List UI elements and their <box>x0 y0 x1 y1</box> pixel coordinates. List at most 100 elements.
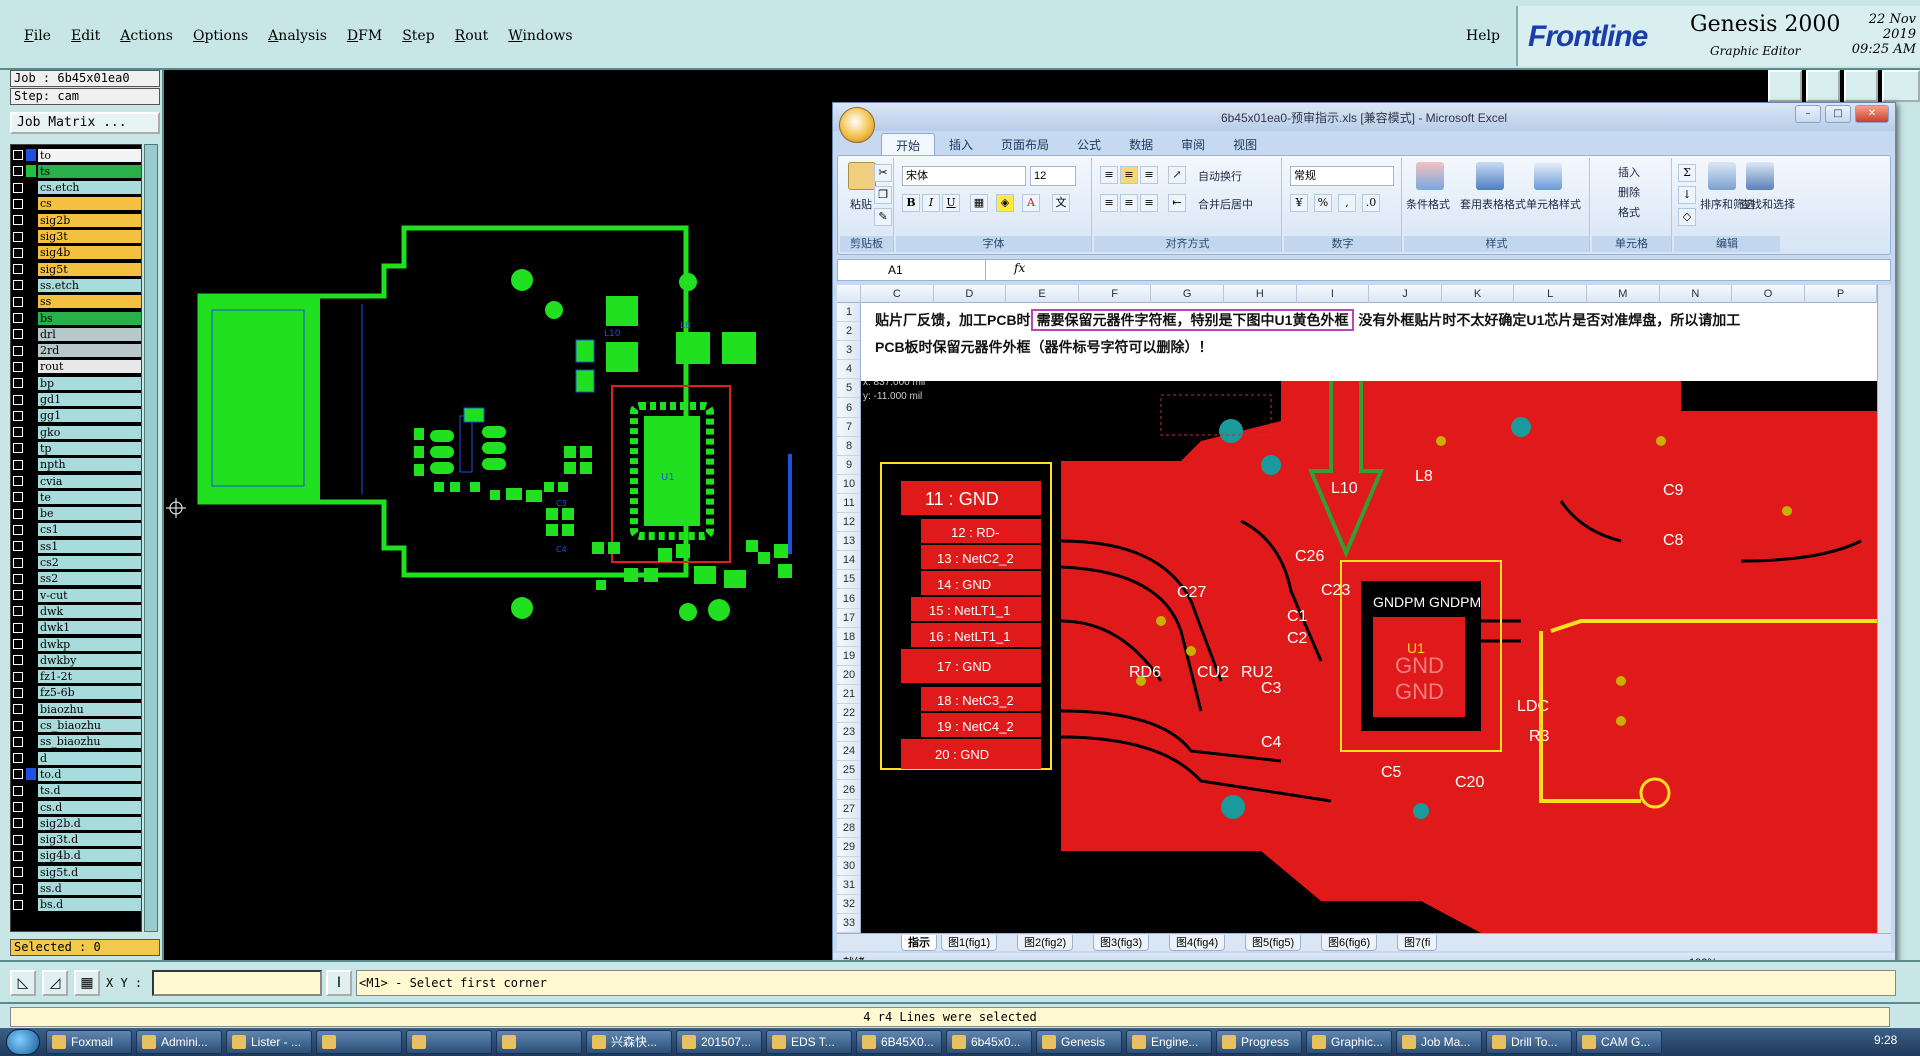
row-header[interactable]: 6 <box>837 399 860 418</box>
taskbar-item[interactable]: Genesis <box>1036 1030 1122 1054</box>
taskbar-item[interactable] <box>406 1030 492 1054</box>
job-matrix-button[interactable]: Job Matrix ... <box>10 112 160 134</box>
layer-name[interactable]: cs <box>38 197 141 211</box>
taskbar-item[interactable]: 6b45x0... <box>946 1030 1032 1054</box>
menu-rout[interactable]: Rout <box>445 28 499 44</box>
menu-actions[interactable]: Actions <box>110 28 183 44</box>
number-format-select[interactable]: 常规 <box>1290 166 1394 186</box>
underline-icon[interactable]: U <box>942 194 960 212</box>
layer-checkbox[interactable] <box>13 231 23 242</box>
layer-name[interactable]: dwk1 <box>38 621 141 635</box>
layer-name[interactable]: dwk <box>38 604 141 618</box>
taskbar-item[interactable]: Progress <box>1216 1030 1302 1054</box>
layer-row[interactable]: bs <box>13 311 141 325</box>
column-header[interactable]: M <box>1587 285 1660 303</box>
cursor-icon[interactable]: I <box>326 970 352 996</box>
row-header[interactable]: 32 <box>837 895 860 915</box>
toolbar-button-2[interactable] <box>1806 70 1840 102</box>
layer-checkbox[interactable] <box>13 345 23 356</box>
layer-checkbox[interactable] <box>13 606 23 617</box>
layer-row[interactable]: ss.d <box>13 882 141 896</box>
layer-name[interactable]: gd1 <box>38 393 141 406</box>
layer-name[interactable]: to.d <box>38 767 141 781</box>
layer-checkbox[interactable] <box>13 459 23 470</box>
grid-icon[interactable]: ▦ <box>74 970 100 996</box>
sheet-tab-fig5[interactable]: 图5(fig5) <box>1245 935 1302 951</box>
layer-checkbox[interactable] <box>13 394 23 405</box>
layer-checkbox[interactable] <box>13 704 23 715</box>
taskbar-item[interactable]: Admini... <box>136 1030 222 1054</box>
sheet-tab-fig3[interactable]: 图3(fig3) <box>1093 935 1150 951</box>
orientation-icon[interactable]: ↗ <box>1168 166 1186 184</box>
row-header[interactable]: 5 <box>837 379 860 399</box>
layer-name[interactable]: ts <box>38 164 141 178</box>
sheet-tab-fig7[interactable]: 图7(fi <box>1397 935 1438 951</box>
layer-name[interactable]: sig5t.d <box>38 865 141 879</box>
layer-row[interactable]: to.d <box>13 767 141 781</box>
row-header[interactable]: 11 <box>837 494 860 513</box>
layer-checkbox[interactable] <box>13 785 23 796</box>
xy-input[interactable] <box>152 970 322 996</box>
comma-icon[interactable]: , <box>1338 194 1356 212</box>
layer-checkbox[interactable] <box>13 198 23 209</box>
fill-color-icon[interactable]: ◈ <box>996 194 1014 212</box>
layer-row[interactable]: sig2b.d <box>13 816 141 830</box>
layer-row[interactable]: sig5t.d <box>13 865 141 879</box>
tab-home[interactable]: 开始 <box>881 133 936 155</box>
row-header[interactable]: 25 <box>837 761 860 781</box>
layer-checkbox[interactable] <box>13 655 23 666</box>
row-header[interactable]: 27 <box>837 800 860 819</box>
layer-name[interactable]: ss_biaozhu <box>38 735 141 749</box>
layer-checkbox[interactable] <box>13 264 23 275</box>
row-header[interactable]: 13 <box>837 532 860 552</box>
layer-checkbox[interactable] <box>13 150 23 160</box>
layer-checkbox[interactable] <box>13 639 23 649</box>
align-left-icon[interactable]: ≡ <box>1100 194 1118 212</box>
layer-checkbox[interactable] <box>13 590 23 601</box>
layer-row[interactable]: cs1 <box>13 523 141 537</box>
layer-name[interactable]: ss2 <box>38 572 141 586</box>
layer-name[interactable]: sig2b <box>38 213 141 227</box>
conditional-format-label[interactable]: 条件格式 <box>1406 196 1450 212</box>
row-header[interactable]: 7 <box>837 418 860 437</box>
layer-row[interactable]: sig3t.d <box>13 833 141 847</box>
layer-name[interactable]: rout <box>38 360 141 374</box>
row-header[interactable]: 16 <box>837 590 860 609</box>
layer-checkbox[interactable] <box>13 476 23 486</box>
align-top-icon[interactable]: ≡ <box>1100 166 1118 184</box>
layer-name[interactable]: cvia <box>38 474 141 488</box>
font-name-select[interactable]: 宋体 <box>902 166 1026 186</box>
row-header[interactable]: 2 <box>837 322 860 342</box>
format-painter-icon[interactable]: ✎ <box>874 208 892 226</box>
row-header[interactable]: 26 <box>837 781 860 800</box>
clear-icon[interactable]: ◇ <box>1678 208 1696 226</box>
taskbar-item[interactable]: Engine... <box>1126 1030 1212 1054</box>
layer-row[interactable]: dwk1 <box>13 621 141 635</box>
row-header[interactable]: 23 <box>837 723 860 743</box>
taskbar-item[interactable]: CAM G... <box>1576 1030 1662 1054</box>
layer-checkbox[interactable] <box>13 867 23 878</box>
layer-name[interactable]: cs2 <box>38 556 141 569</box>
layer-name[interactable]: ss1 <box>38 539 141 553</box>
layer-checkbox[interactable] <box>13 508 23 519</box>
taskbar-item[interactable]: Lister - ... <box>226 1030 312 1054</box>
graphic-canvas[interactable]: U1 L10 L8 C3 C4 <box>164 70 832 960</box>
layer-row[interactable]: ss2 <box>13 572 141 586</box>
column-header[interactable]: K <box>1442 285 1515 303</box>
layer-name[interactable]: bs.d <box>38 898 141 912</box>
layer-checkbox[interactable] <box>13 818 23 829</box>
layer-row[interactable]: te <box>13 490 141 504</box>
layer-name[interactable]: fz1-2t <box>38 670 141 684</box>
table-format-icon[interactable] <box>1476 162 1504 190</box>
layer-row[interactable]: cs <box>13 197 141 211</box>
layer-name[interactable]: bs <box>38 311 141 325</box>
layer-row[interactable]: dwkp <box>13 637 141 651</box>
tab-data[interactable]: 数据 <box>1115 133 1167 155</box>
layer-checkbox[interactable] <box>13 329 23 340</box>
layer-row[interactable]: fz5-6b <box>13 686 141 700</box>
find-select-label[interactable]: 查找和选择 <box>1740 196 1795 212</box>
layer-checkbox[interactable] <box>13 899 23 910</box>
tab-formulas[interactable]: 公式 <box>1063 133 1115 155</box>
layer-name[interactable]: npth <box>38 458 141 472</box>
layer-row[interactable]: ss1 <box>13 539 141 553</box>
